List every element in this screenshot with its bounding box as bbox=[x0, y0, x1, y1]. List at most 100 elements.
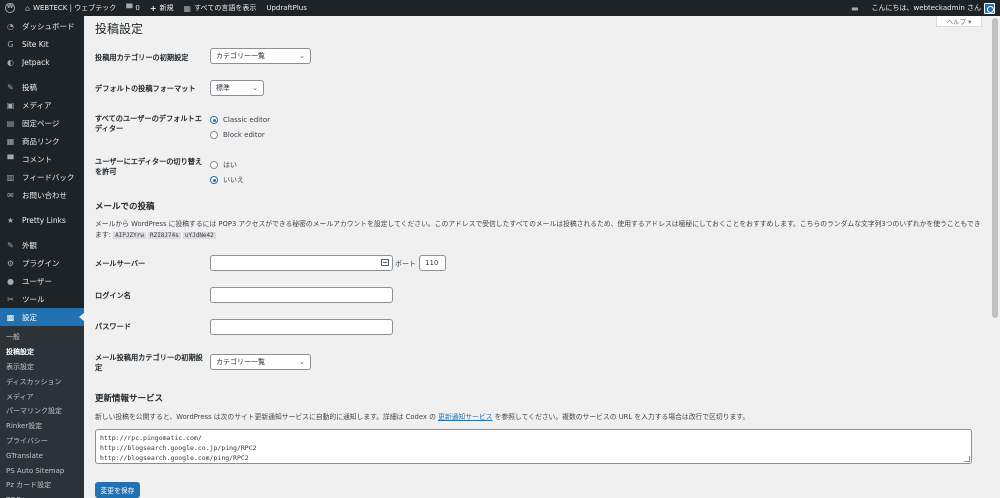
greeting-label: こんにちは、webteckadmin さん bbox=[871, 4, 981, 12]
feedback-icon: ▥ bbox=[6, 172, 15, 182]
plus-icon: + bbox=[149, 3, 157, 13]
menu-separator bbox=[0, 204, 84, 211]
update-services-text-after: を参照してください。複数のサービスの URL を入力する場合は改行で区切ります。 bbox=[494, 413, 750, 421]
sidebar-item-jetpack[interactable]: ◐ Jetpack bbox=[0, 53, 84, 71]
sidebar-item-feedback[interactable]: ▥ フィードバック bbox=[0, 168, 84, 186]
user-icon: ● bbox=[7, 276, 14, 286]
updraftplus-link[interactable]: UpdraftPlus bbox=[261, 0, 312, 16]
updraftplus-label: UpdraftPlus bbox=[266, 4, 307, 12]
mail-icon: ✉ bbox=[7, 190, 14, 200]
sidebar-item-label: ダッシュボード bbox=[22, 21, 75, 31]
ping-sites-textarea[interactable]: http://rpc.pingomatic.com/ http://blogse… bbox=[95, 429, 972, 464]
editor-block-label: Block editor bbox=[223, 131, 265, 139]
switch-no-label: いいえ bbox=[223, 176, 244, 184]
avatar bbox=[984, 2, 995, 14]
site-name-link[interactable]: ⌂ WEBTECK | ウェブテック bbox=[20, 0, 121, 16]
login-input[interactable] bbox=[210, 287, 393, 303]
submenu-item[interactable]: 一般 bbox=[0, 330, 84, 345]
dashboard-icon: ◔ bbox=[7, 21, 14, 31]
update-services-heading: 更新情報サービス bbox=[95, 394, 164, 404]
sidebar-item-label: 商品リンク bbox=[22, 136, 60, 146]
sidebar-item-pin[interactable]: ✎ 投稿 bbox=[0, 78, 84, 96]
post-via-email-heading: メールでの投稿 bbox=[95, 202, 155, 212]
submenu-item[interactable]: 投稿設定 bbox=[0, 345, 84, 360]
help-tab-button[interactable]: ヘルプ ▾ bbox=[936, 16, 982, 27]
sidebar-item-sitekit[interactable]: G Site Kit bbox=[0, 35, 84, 53]
submenu-item[interactable]: PS Auto Sitemap bbox=[0, 463, 84, 478]
editor-classic-label: Classic editor bbox=[223, 116, 271, 124]
product-icon: ▦ bbox=[6, 136, 15, 146]
notes-link[interactable]: ▬ bbox=[846, 0, 867, 16]
pretty-links-icon: ★ bbox=[6, 215, 15, 225]
sidebar-item-label: お問い合わせ bbox=[22, 190, 67, 200]
new-content-link[interactable]: + 新規 bbox=[145, 0, 179, 16]
radio-unchecked[interactable] bbox=[210, 131, 218, 139]
comments-link[interactable]: ▀ 0 bbox=[121, 0, 145, 16]
password-input[interactable] bbox=[210, 319, 393, 335]
wp-logo-menu[interactable] bbox=[0, 0, 20, 16]
mail-server-input[interactable] bbox=[210, 255, 393, 271]
editor-block-option[interactable]: Block editor bbox=[210, 131, 265, 139]
switch-yes-label: はい bbox=[223, 161, 237, 169]
sidebar-item-pretty-links[interactable]: ★ Pretty Links bbox=[0, 211, 84, 229]
radio-unchecked[interactable] bbox=[210, 161, 218, 169]
default-category-label: 投稿用カテゴリーの初期設定 bbox=[95, 53, 189, 62]
sidebar-item-product[interactable]: ▦ 商品リンク bbox=[0, 132, 84, 150]
main-content: ヘルプ ▾ 投稿設定 投稿用カテゴリーの初期設定 カテゴリー一覧 ⌄ デフォルトの… bbox=[84, 16, 990, 498]
sidebar-item-plugin[interactable]: ⚙ プラグイン bbox=[0, 254, 84, 272]
submenu-item[interactable]: ディスカッション bbox=[0, 374, 84, 389]
random-code: uYJdNe42 bbox=[182, 232, 216, 239]
switch-yes-option[interactable]: はい bbox=[210, 160, 237, 170]
update-services-link[interactable]: 更新通知サービス bbox=[438, 413, 492, 421]
switch-no-option[interactable]: いいえ bbox=[210, 175, 244, 185]
sidebar-item-label: 外観 bbox=[22, 240, 37, 250]
submenu-item[interactable]: プライバシー bbox=[0, 434, 84, 449]
sidebar-item-page[interactable]: ▤ 固定ページ bbox=[0, 114, 84, 132]
scrollbar-thumb[interactable] bbox=[992, 18, 998, 318]
sidebar-item-media[interactable]: ▣ メディア bbox=[0, 96, 84, 114]
sidebar-item-label: ユーザー bbox=[22, 276, 52, 286]
admin-sidebar: ◔ ダッシュボード G Site Kit ◐ Jetpack ✎ 投稿 ▣ メディア ▤ 固定ページ ▦… bbox=[0, 16, 84, 498]
port-input[interactable]: 110 bbox=[419, 255, 446, 271]
page-title: 投稿設定 bbox=[95, 22, 144, 36]
submenu-item[interactable]: TOC+ bbox=[0, 493, 84, 498]
default-editor-label: すべてのユーザーのデフォルトエディター bbox=[95, 114, 202, 133]
submenu-item[interactable]: パーマリンク設定 bbox=[0, 404, 84, 419]
submenu-item[interactable]: メディア bbox=[0, 389, 84, 404]
sidebar-item-dashboard[interactable]: ◔ ダッシュボード bbox=[0, 17, 84, 35]
editor-classic-option[interactable]: Classic editor bbox=[210, 116, 270, 124]
my-account-link[interactable]: こんにちは、webteckadmin さん bbox=[867, 0, 1000, 16]
sidebar-item-comment[interactable]: ▀ コメント bbox=[0, 150, 84, 168]
default-format-label: デフォルトの投稿フォーマット bbox=[95, 84, 196, 93]
show-all-languages-link[interactable]: ▦ すべての言語を表示 bbox=[179, 0, 262, 16]
sidebar-item-mail[interactable]: ✉ お問い合わせ bbox=[0, 186, 84, 204]
submenu-item[interactable]: 表示設定 bbox=[0, 360, 84, 375]
login-label: ログイン名 bbox=[95, 291, 131, 300]
radio-checked[interactable] bbox=[210, 176, 218, 184]
default-category-select[interactable]: カテゴリー一覧 ⌄ bbox=[210, 48, 311, 64]
sidebar-item-appearance[interactable]: ✎ 外観 bbox=[0, 236, 84, 254]
email-category-select[interactable]: カテゴリー一覧 ⌄ bbox=[210, 354, 311, 370]
show-all-languages-label: すべての言語を表示 bbox=[194, 4, 257, 12]
sidebar-item-user[interactable]: ● ユーザー bbox=[0, 272, 84, 290]
submenu-item[interactable]: Rinker設定 bbox=[0, 419, 84, 434]
sidebar-item-label: プラグイン bbox=[22, 258, 60, 268]
resize-handle[interactable] bbox=[964, 456, 970, 462]
pin-icon: ✎ bbox=[7, 82, 14, 92]
settings-submenu: 一般 投稿設定 表示設定 ディスカッション メディア パーマリンク設定 Rinker設定 プラ… bbox=[0, 326, 84, 498]
sidebar-item-settings[interactable]: ▩ 設定 bbox=[0, 308, 84, 326]
new-content-label: 新規 bbox=[159, 4, 174, 12]
menu-separator bbox=[0, 229, 84, 236]
submenu-item[interactable]: GTranslate bbox=[0, 448, 84, 463]
sidebar-item-tool[interactable]: ✂ ツール bbox=[0, 290, 84, 308]
radio-checked[interactable] bbox=[210, 116, 218, 124]
page-scrollbar[interactable] bbox=[990, 16, 1000, 498]
comments-count: 0 bbox=[135, 4, 140, 12]
chevron-down-icon: ⌄ bbox=[299, 358, 305, 366]
save-changes-button[interactable]: 変更を保存 bbox=[95, 482, 140, 498]
default-format-select[interactable]: 標準 ⌄ bbox=[210, 80, 264, 96]
jetpack-icon: ◐ bbox=[7, 57, 14, 67]
submenu-item[interactable]: Pz カード設定 bbox=[0, 478, 84, 493]
default-category-value: カテゴリー一覧 bbox=[216, 52, 265, 60]
keyboard-icon bbox=[381, 259, 389, 266]
